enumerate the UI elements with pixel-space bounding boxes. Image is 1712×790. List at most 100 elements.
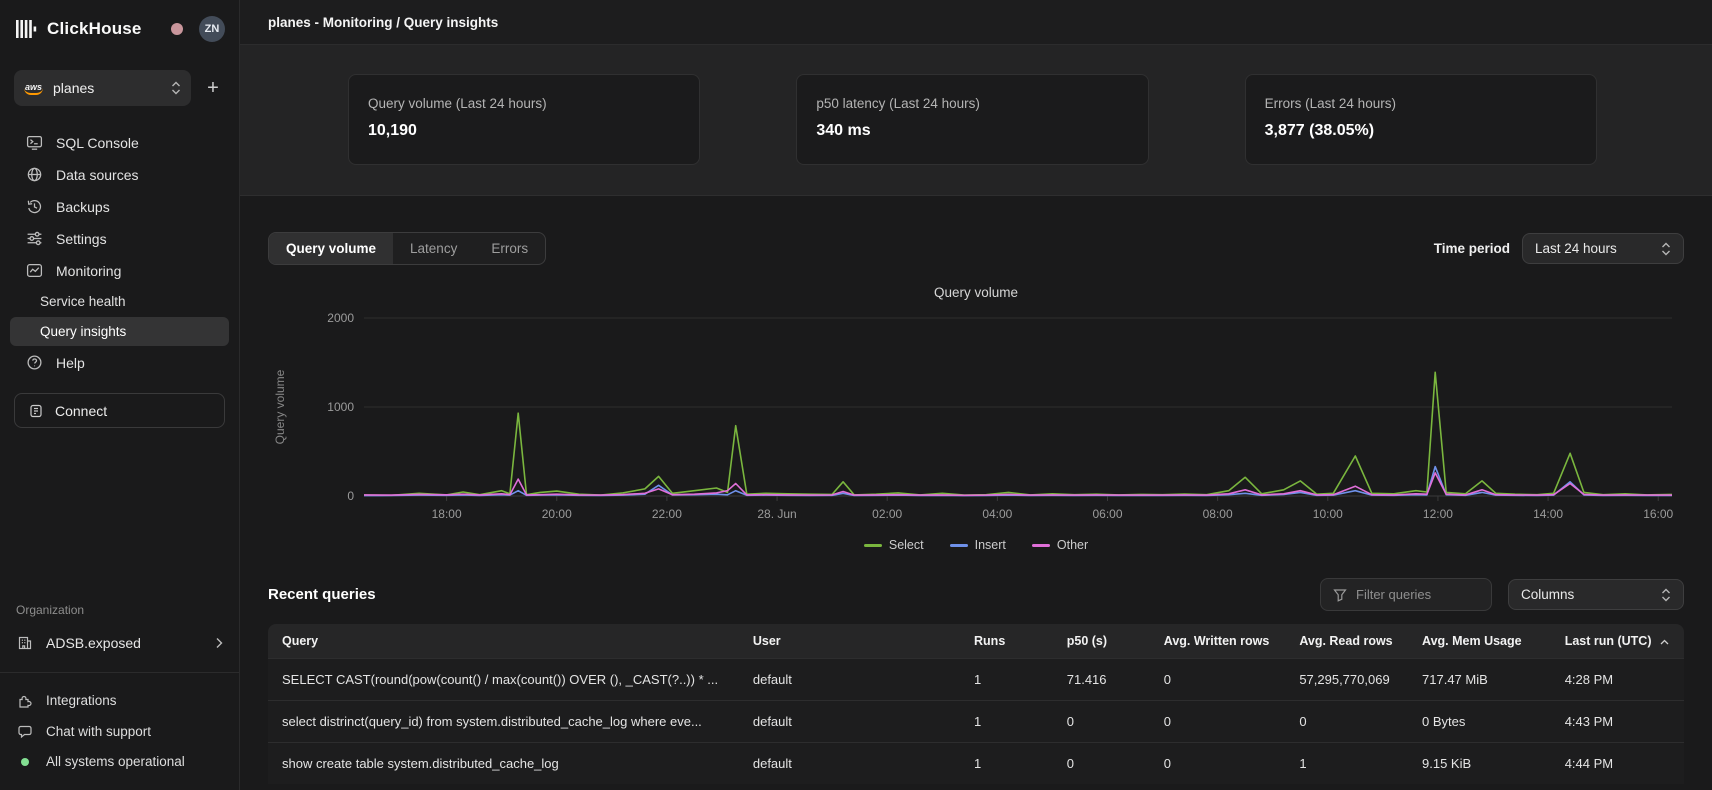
sidebar-item-label: Settings [56, 231, 107, 247]
cell-read: 57,295,770,069 [1285, 659, 1408, 701]
tab-query-volume[interactable]: Query volume [269, 233, 393, 264]
table-row[interactable]: select distrinct(query_id) from system.d… [268, 701, 1684, 743]
sidebar-item-monitoring[interactable]: Monitoring [10, 255, 229, 286]
sidebar-nav: SQL Console Data sources Backups [0, 126, 239, 379]
svg-text:02:00: 02:00 [872, 507, 902, 521]
puzzle-icon [16, 692, 33, 709]
sidebar-item-service-health[interactable]: Service health [10, 287, 229, 316]
svg-text:2000: 2000 [327, 311, 354, 325]
user-avatar[interactable]: ZN [199, 16, 225, 42]
column-header-last-run[interactable]: Last run (UTC) [1551, 624, 1684, 659]
metric-card-p50-latency: p50 latency (Last 24 hours) 340 ms [796, 74, 1148, 165]
sidebar-item-backups[interactable]: Backups [10, 191, 229, 222]
content: Query volume Latency Errors Time period … [240, 196, 1712, 790]
metrics-strip: Query volume (Last 24 hours) 10,190 p50 … [240, 45, 1712, 196]
sliders-icon [26, 230, 43, 247]
chart-legend: Select Insert Other [268, 538, 1684, 552]
add-service-button[interactable]: + [201, 77, 225, 100]
svg-text:14:00: 14:00 [1533, 507, 1563, 521]
sidebar-item-label: Help [56, 355, 85, 371]
cell-p50: 71.416 [1053, 659, 1150, 701]
legend-swatch [950, 544, 968, 547]
column-header-avg-mem-usage[interactable]: Avg. Mem Usage [1408, 624, 1551, 659]
metric-label: p50 latency (Last 24 hours) [816, 96, 1128, 111]
organization-item[interactable]: ADSB.exposed [0, 627, 239, 658]
cell-p50: 0 [1053, 743, 1150, 785]
legend-item-select[interactable]: Select [864, 538, 924, 552]
brand-row: ClickHouse ZN [0, 12, 239, 46]
chat-with-support-link[interactable]: Chat with support [0, 716, 239, 747]
sidebar-item-settings[interactable]: Settings [10, 223, 229, 254]
svg-text:20:00: 20:00 [542, 507, 572, 521]
metric-label: Query volume (Last 24 hours) [368, 96, 680, 111]
column-header-p50[interactable]: p50 (s) [1053, 624, 1150, 659]
notification-dot [171, 23, 183, 35]
metric-label: Errors (Last 24 hours) [1265, 96, 1577, 111]
sidebar-item-label: Data sources [56, 167, 138, 183]
columns-select[interactable]: Columns [1508, 579, 1684, 610]
chevron-right-icon [215, 637, 223, 649]
sidebar-item-help[interactable]: Help [10, 347, 229, 378]
cell-user: default [739, 701, 960, 743]
tab-errors[interactable]: Errors [474, 233, 545, 264]
cell-runs: 1 [960, 659, 1053, 701]
cell-written: 0 [1150, 701, 1286, 743]
tab-latency[interactable]: Latency [393, 233, 474, 264]
time-period-select[interactable]: Last 24 hours [1522, 233, 1684, 264]
table-row[interactable]: SELECT CAST(round(pow(count() / max(coun… [268, 659, 1684, 701]
legend-swatch [864, 544, 882, 547]
legend-swatch [1032, 544, 1050, 547]
table-row[interactable]: show create table system.distributed_cac… [268, 743, 1684, 785]
chart-tabs: Query volume Latency Errors [268, 232, 546, 265]
column-header-query[interactable]: Query [268, 624, 739, 659]
cell-last-run: 4:28 PM [1551, 659, 1684, 701]
svg-text:28. Jun: 28. Jun [757, 507, 796, 521]
column-header-avg-written-rows[interactable]: Avg. Written rows [1150, 624, 1286, 659]
column-header-user[interactable]: User [739, 624, 960, 659]
integrations-link[interactable]: Integrations [0, 685, 239, 716]
legend-item-other[interactable]: Other [1032, 538, 1088, 552]
recent-queries-title: Recent queries [268, 586, 376, 603]
sidebar-item-data-sources[interactable]: Data sources [10, 159, 229, 190]
sidebar-item-label: Monitoring [56, 263, 121, 279]
plug-icon [27, 402, 44, 419]
sidebar-item-sql-console[interactable]: SQL Console [10, 127, 229, 158]
query-volume-chart: 010002000Query volume18:0020:0022:0028. … [268, 304, 1684, 536]
chevron-up-down-icon [1661, 588, 1671, 602]
svg-text:18:00: 18:00 [432, 507, 462, 521]
cell-written: 0 [1150, 659, 1286, 701]
filter-queries-box [1320, 578, 1492, 611]
system-status-link[interactable]: All systems operational [0, 747, 239, 776]
clickhouse-logo-icon [16, 19, 38, 39]
chart-title: Query volume [268, 285, 1684, 300]
metric-value: 340 ms [816, 122, 1128, 140]
time-period-value: Last 24 hours [1535, 241, 1617, 256]
sidebar-item-query-insights[interactable]: Query insights [10, 317, 229, 346]
chevron-up-down-icon [1661, 242, 1671, 256]
cell-user: default [739, 743, 960, 785]
svg-text:08:00: 08:00 [1203, 507, 1233, 521]
restore-clock-icon [26, 198, 43, 215]
filter-queries-input[interactable] [1356, 587, 1479, 602]
svg-text:16:00: 16:00 [1643, 507, 1673, 521]
svg-text:12:00: 12:00 [1423, 507, 1453, 521]
column-header-runs[interactable]: Runs [960, 624, 1053, 659]
chat-bubble-icon [16, 723, 33, 740]
svg-text:06:00: 06:00 [1092, 507, 1122, 521]
connect-label: Connect [55, 403, 107, 419]
cell-runs: 1 [960, 701, 1053, 743]
topbar: planes - Monitoring / Query insights [240, 0, 1712, 45]
service-selector[interactable]: aws planes [14, 70, 191, 106]
svg-text:1000: 1000 [327, 400, 354, 414]
column-header-avg-read-rows[interactable]: Avg. Read rows [1285, 624, 1408, 659]
svg-text:04:00: 04:00 [982, 507, 1012, 521]
terminal-icon [26, 134, 43, 151]
breadcrumb-title: planes - Monitoring / Query insights [268, 15, 498, 30]
main-area: planes - Monitoring / Query insights Que… [240, 0, 1712, 790]
legend-item-insert[interactable]: Insert [950, 538, 1006, 552]
connect-button[interactable]: Connect [14, 393, 225, 428]
footer-item-label: All systems operational [46, 754, 185, 769]
metric-card-query-volume: Query volume (Last 24 hours) 10,190 [348, 74, 700, 165]
svg-text:Query volume: Query volume [273, 369, 287, 444]
columns-label: Columns [1521, 587, 1574, 602]
